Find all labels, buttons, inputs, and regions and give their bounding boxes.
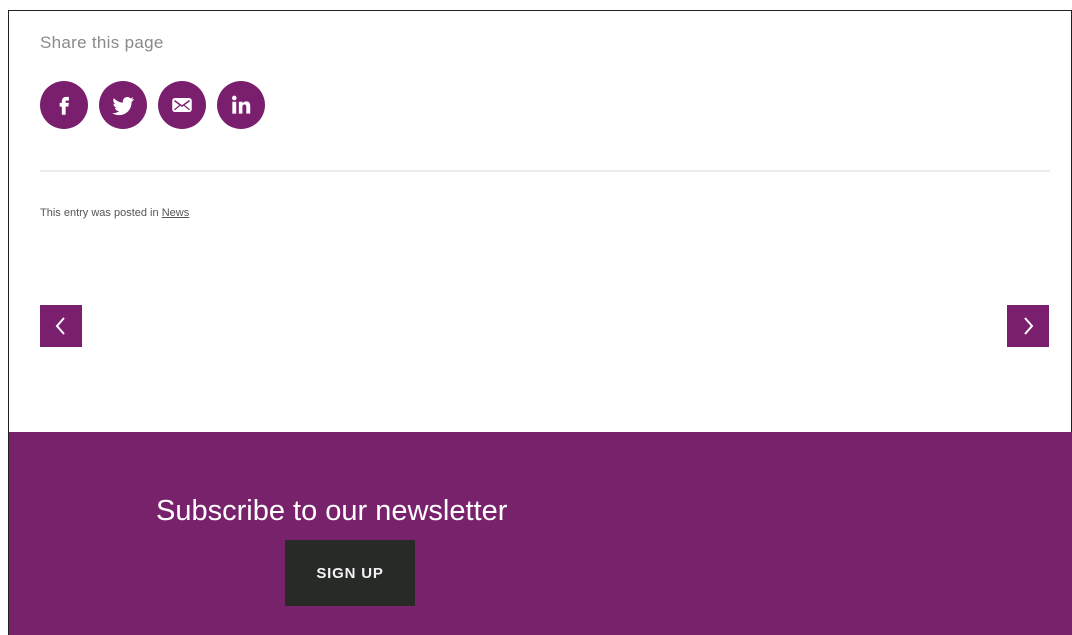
share-icons <box>40 81 265 129</box>
newsletter-footer: Subscribe to our newsletter SIGN UP <box>9 432 1072 635</box>
newsletter-title: Subscribe to our newsletter <box>156 495 508 527</box>
next-post-button[interactable] <box>1007 305 1049 347</box>
facebook-share-button[interactable] <box>40 81 88 129</box>
chevron-right-icon <box>1024 317 1034 335</box>
twitter-icon <box>112 97 134 116</box>
posted-prefix: This entry was posted in <box>40 207 159 219</box>
chevron-left-icon <box>55 317 65 335</box>
sign-up-button[interactable]: SIGN UP <box>285 540 415 606</box>
twitter-share-button[interactable] <box>99 81 147 129</box>
email-share-button[interactable] <box>158 81 206 129</box>
divider <box>40 170 1050 172</box>
facebook-icon <box>59 96 69 115</box>
category-link-news[interactable]: News <box>162 207 190 219</box>
previous-post-button[interactable] <box>40 305 82 347</box>
entry-category-line: This entry was posted in News <box>40 207 189 219</box>
share-title: Share this page <box>40 33 164 52</box>
linkedin-share-button[interactable] <box>217 81 265 129</box>
linkedin-icon <box>232 95 251 114</box>
email-icon <box>172 97 192 113</box>
